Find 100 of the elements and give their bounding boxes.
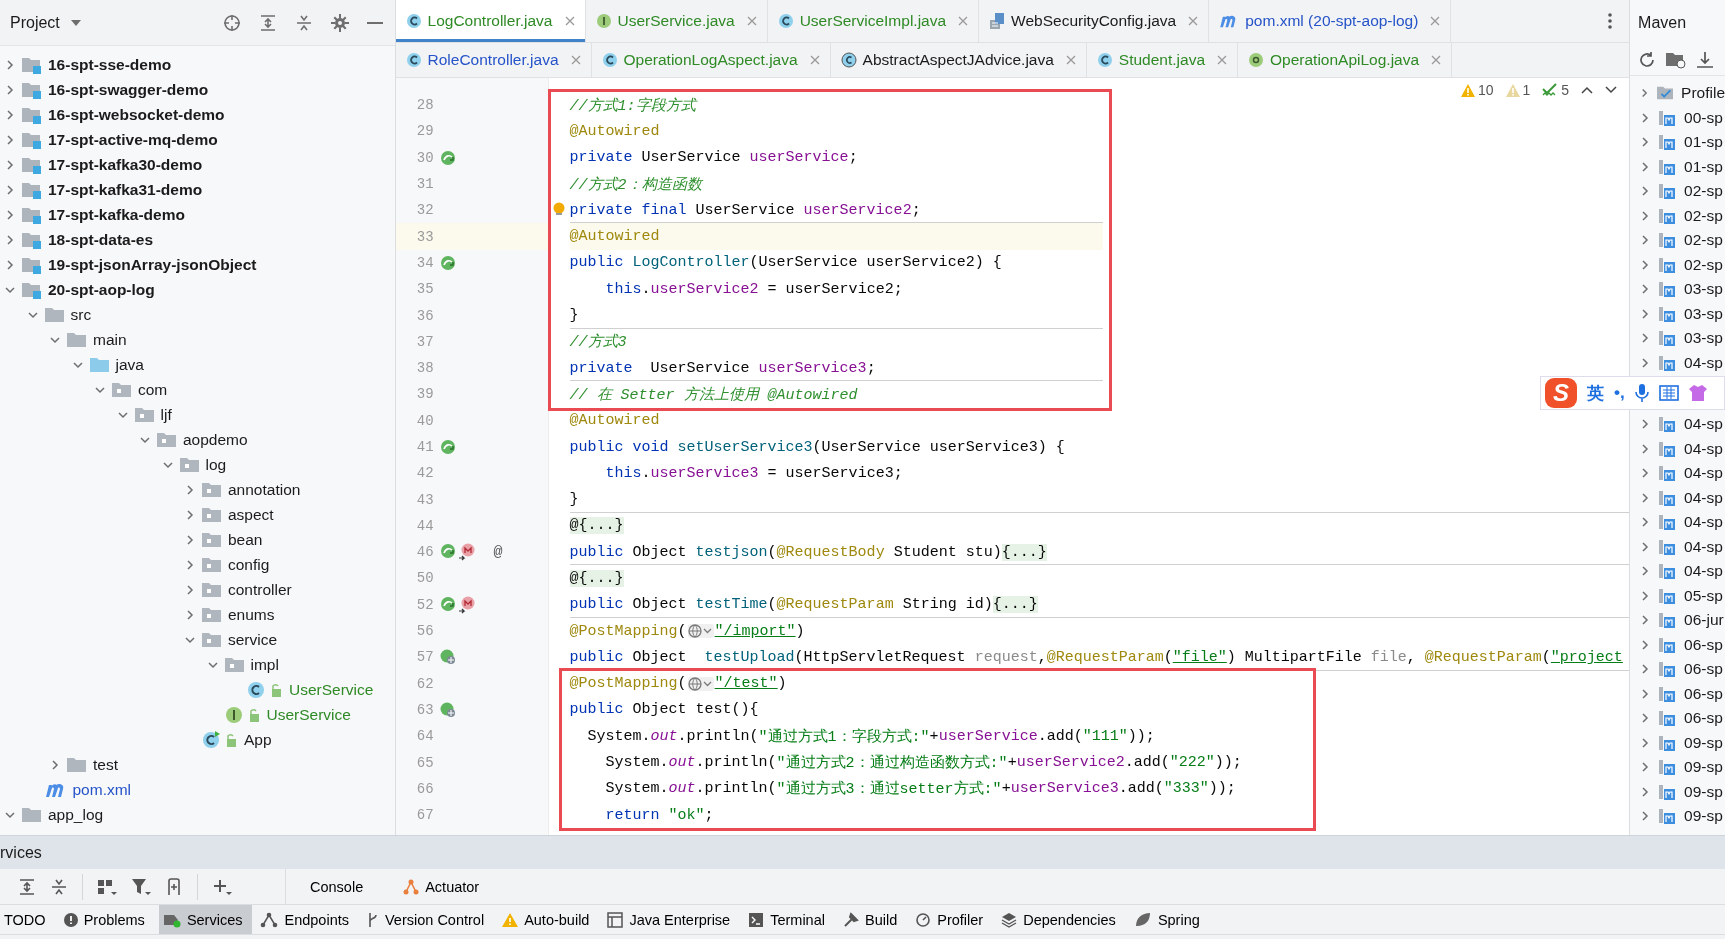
punctuation-toggle[interactable]: •,	[1614, 383, 1625, 403]
maven-project-item[interactable]: 09-sp	[1630, 755, 1725, 780]
tree-item[interactable]: 17-spt-kafka31-demo	[0, 177, 395, 202]
expand-all-icon[interactable]	[258, 13, 277, 32]
editor-tab[interactable]: pom.xml (20-spt-aop-log)	[1209, 0, 1452, 42]
editor-tab[interactable]: OperationApiLog.java	[1238, 43, 1453, 77]
maven-project-item[interactable]: 02-sp	[1630, 252, 1725, 277]
close-icon[interactable]	[1217, 55, 1228, 65]
tree-item[interactable]: aopdemo	[0, 427, 395, 452]
chevron-icon[interactable]	[1640, 111, 1651, 124]
maven-project-item[interactable]: 06-sp	[1630, 706, 1725, 731]
tool-window-button[interactable]: Auto-build	[498, 905, 600, 934]
chevron-icon[interactable]	[184, 508, 196, 521]
close-icon[interactable]	[570, 55, 581, 65]
chevron-icon[interactable]	[4, 133, 16, 146]
chevron-icon[interactable]	[1640, 687, 1651, 700]
add-service-icon[interactable]	[165, 877, 183, 896]
maven-project-item[interactable]: 04-sp	[1630, 350, 1725, 375]
chevron-icon[interactable]	[184, 533, 196, 546]
chevron-icon[interactable]	[1640, 810, 1651, 823]
close-icon[interactable]	[1430, 16, 1441, 26]
chevron-icon[interactable]	[1640, 491, 1651, 504]
chevron-icon[interactable]	[1640, 761, 1651, 774]
services-tab[interactable]: Console	[294, 878, 380, 895]
tree-item[interactable]: 17-spt-kafka30-demo	[0, 152, 395, 177]
tree-item[interactable]: test	[0, 752, 395, 777]
tree-item[interactable]: 19-spt-jsonArray-jsonObject	[0, 252, 395, 277]
tree-item[interactable]: aspect	[0, 502, 395, 527]
chevron-icon[interactable]	[4, 258, 16, 271]
maven-project-item[interactable]: 04-sp	[1630, 485, 1725, 510]
inspection-count[interactable]: 1	[1505, 82, 1531, 98]
keyboard-icon[interactable]	[1658, 385, 1679, 401]
tree-item[interactable]: bean	[0, 527, 395, 552]
editor-tab[interactable]: UserService.java	[585, 0, 768, 42]
tree-item[interactable]: app_log	[0, 802, 395, 827]
close-icon[interactable]	[809, 55, 820, 65]
maven-project-item[interactable]: 02-sp	[1630, 228, 1725, 253]
maven-project-item[interactable]: 01-sp	[1630, 130, 1725, 155]
maven-project-item[interactable]: 06-sp	[1630, 657, 1725, 682]
editor-tab[interactable]: WebSecurityConfig.java	[979, 0, 1210, 42]
folder-icon[interactable]	[1666, 51, 1687, 69]
maven-project-item[interactable]: 09-sp	[1630, 779, 1725, 804]
maven-project-item[interactable]: 04-sp	[1630, 436, 1725, 461]
chevron-icon[interactable]	[1640, 136, 1651, 149]
tree-item[interactable]: App	[0, 727, 395, 752]
tree-item[interactable]: 16-spt-websocket-demo	[0, 102, 395, 127]
tree-item[interactable]: 16-spt-swagger-demo	[0, 77, 395, 102]
close-icon[interactable]	[1065, 55, 1076, 65]
tree-item[interactable]: enums	[0, 602, 395, 627]
bean-icon[interactable]	[439, 149, 456, 166]
tree-item[interactable]: com	[0, 377, 395, 402]
maven-project-item[interactable]: 05-sp	[1630, 583, 1725, 608]
panel-title[interactable]: Project	[10, 13, 60, 32]
tree-item[interactable]: 17-spt-active-mq-demo	[0, 127, 395, 152]
chevron-icon[interactable]	[184, 608, 196, 621]
gutter-mark[interactable]: @	[493, 543, 503, 561]
tool-window-button[interactable]: Profiler	[911, 905, 994, 934]
maven-project-item[interactable]: 02-sp	[1630, 203, 1725, 228]
chevron-icon[interactable]	[184, 558, 196, 571]
maven-project-item[interactable]: 02-sp	[1630, 179, 1725, 204]
tool-window-button[interactable]: Services	[158, 905, 253, 934]
maven-project-item[interactable]: 06-jur	[1630, 608, 1725, 633]
chevron-icon[interactable]	[4, 108, 16, 121]
maven-project-item[interactable]: 04-sp	[1630, 559, 1725, 584]
editor-tab[interactable]: LogController.java	[395, 0, 586, 42]
maven-project-item[interactable]: Profile	[1630, 81, 1725, 106]
download-icon[interactable]	[1696, 51, 1715, 69]
tool-window-button[interactable]: Dependencies	[997, 905, 1126, 934]
chevron-icon[interactable]	[1640, 565, 1651, 578]
microphone-icon[interactable]	[1634, 383, 1649, 403]
globe-icon[interactable]	[439, 649, 456, 666]
tool-window-button[interactable]: Version Control	[363, 905, 495, 934]
editor-tab[interactable]: OperationLogAspect.java	[591, 43, 831, 77]
chevron-icon[interactable]	[1640, 209, 1651, 222]
chevron-icon[interactable]	[4, 183, 16, 196]
tree-item[interactable]: 16-spt-sse-demo	[0, 52, 395, 77]
chevron-icon[interactable]	[1640, 589, 1651, 602]
previous-icon[interactable]	[1581, 86, 1594, 94]
chevron-icon[interactable]	[1640, 283, 1651, 296]
services-tab[interactable]: Actuator	[387, 878, 496, 895]
tree-item[interactable]: annotation	[0, 477, 395, 502]
editor-tab[interactable]: Student.java	[1086, 43, 1239, 77]
chevron-icon[interactable]	[1640, 736, 1651, 749]
chevron-icon[interactable]	[49, 758, 61, 771]
chevron-icon[interactable]	[1640, 540, 1651, 553]
ime-logo[interactable]: S	[1545, 378, 1577, 408]
input-mode-toggle[interactable]: 英	[1587, 381, 1604, 405]
chevron-icon[interactable]	[184, 583, 196, 596]
inspection-count[interactable]: 5	[1542, 82, 1570, 98]
tree-item[interactable]: main	[0, 327, 395, 352]
chevron-icon[interactable]	[1640, 332, 1651, 345]
tool-window-button[interactable]: Java Enterprise	[603, 905, 741, 934]
chevron-icon[interactable]	[1640, 307, 1651, 320]
maven-project-item[interactable]: 09-sp	[1630, 804, 1725, 829]
maven-project-item[interactable]: 09-sp	[1630, 730, 1725, 755]
tree-item[interactable]: ljf	[0, 402, 395, 427]
chevron-icon[interactable]	[1640, 638, 1651, 651]
settings-icon[interactable]	[330, 13, 349, 32]
tree-item[interactable]: src	[0, 302, 395, 327]
globe-icon[interactable]	[439, 701, 456, 718]
